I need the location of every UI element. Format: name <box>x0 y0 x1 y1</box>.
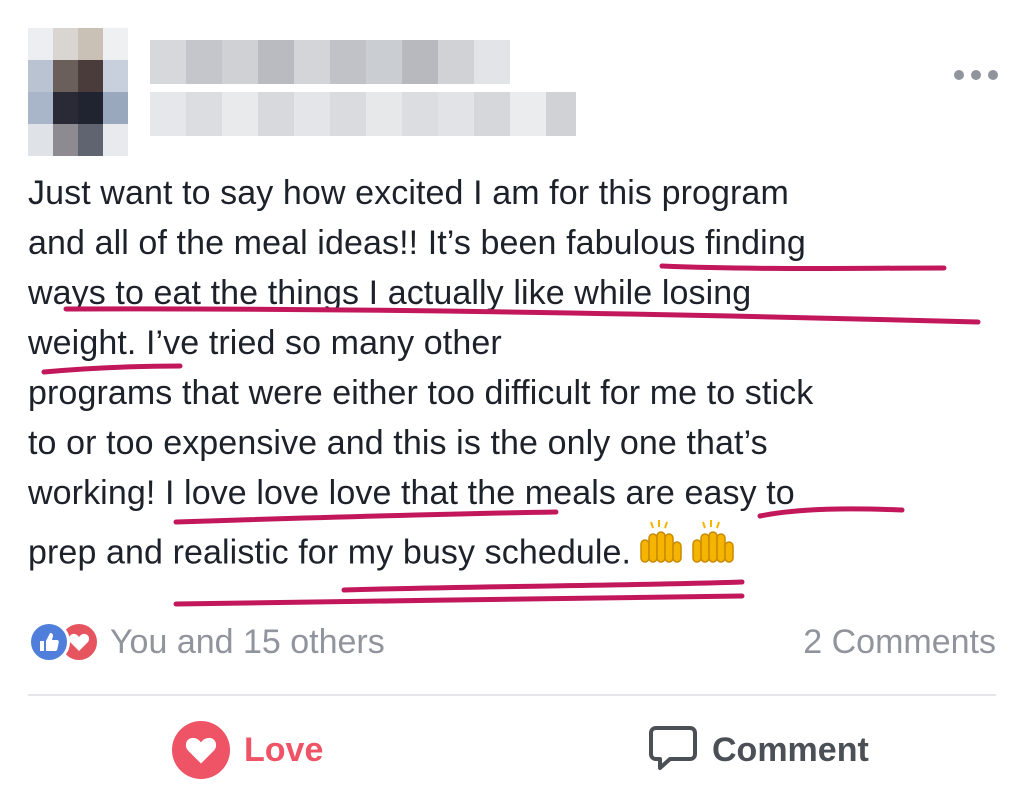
love-button-label: Love <box>244 730 324 769</box>
post-line: and all of the meal ideas!! It’s been fa… <box>28 224 806 262</box>
post-line: weight. I’ve tried so many other <box>28 324 502 362</box>
love-button[interactable]: Love <box>172 718 323 782</box>
avatar[interactable] <box>28 28 128 156</box>
author-name-blurred[interactable] <box>150 40 580 144</box>
post-text: Just want to say how excited I am for th… <box>28 168 1003 582</box>
like-icon <box>28 621 70 663</box>
underline-realistic <box>173 593 745 607</box>
post-line: Just want to say how excited I am for th… <box>28 174 789 212</box>
post-header <box>0 0 1024 160</box>
comments-count[interactable]: 2 Comments <box>803 618 996 666</box>
post-line: programs that were either too difficult … <box>28 374 814 412</box>
post-line-last: prep and realistic for my busy schedule. <box>28 518 1003 582</box>
post-line: to or too expensive and this is the only… <box>28 424 768 462</box>
post-line: prep and realistic for my busy schedule. <box>28 533 632 572</box>
comment-button[interactable]: Comment <box>648 718 869 782</box>
divider <box>28 694 996 696</box>
heart-icon <box>172 721 230 779</box>
reaction-count[interactable]: You and 15 others <box>110 623 385 662</box>
raising-hands-emoji <box>637 518 741 591</box>
post-line: working! I love love love that the meals… <box>28 474 795 512</box>
comment-button-label: Comment <box>712 730 869 769</box>
more-options-icon[interactable] <box>952 60 1000 90</box>
post-line: ways to eat the things I actually like w… <box>28 274 752 312</box>
reactions-summary[interactable]: You and 15 others <box>28 618 385 666</box>
comment-bubble-icon <box>648 724 698 777</box>
